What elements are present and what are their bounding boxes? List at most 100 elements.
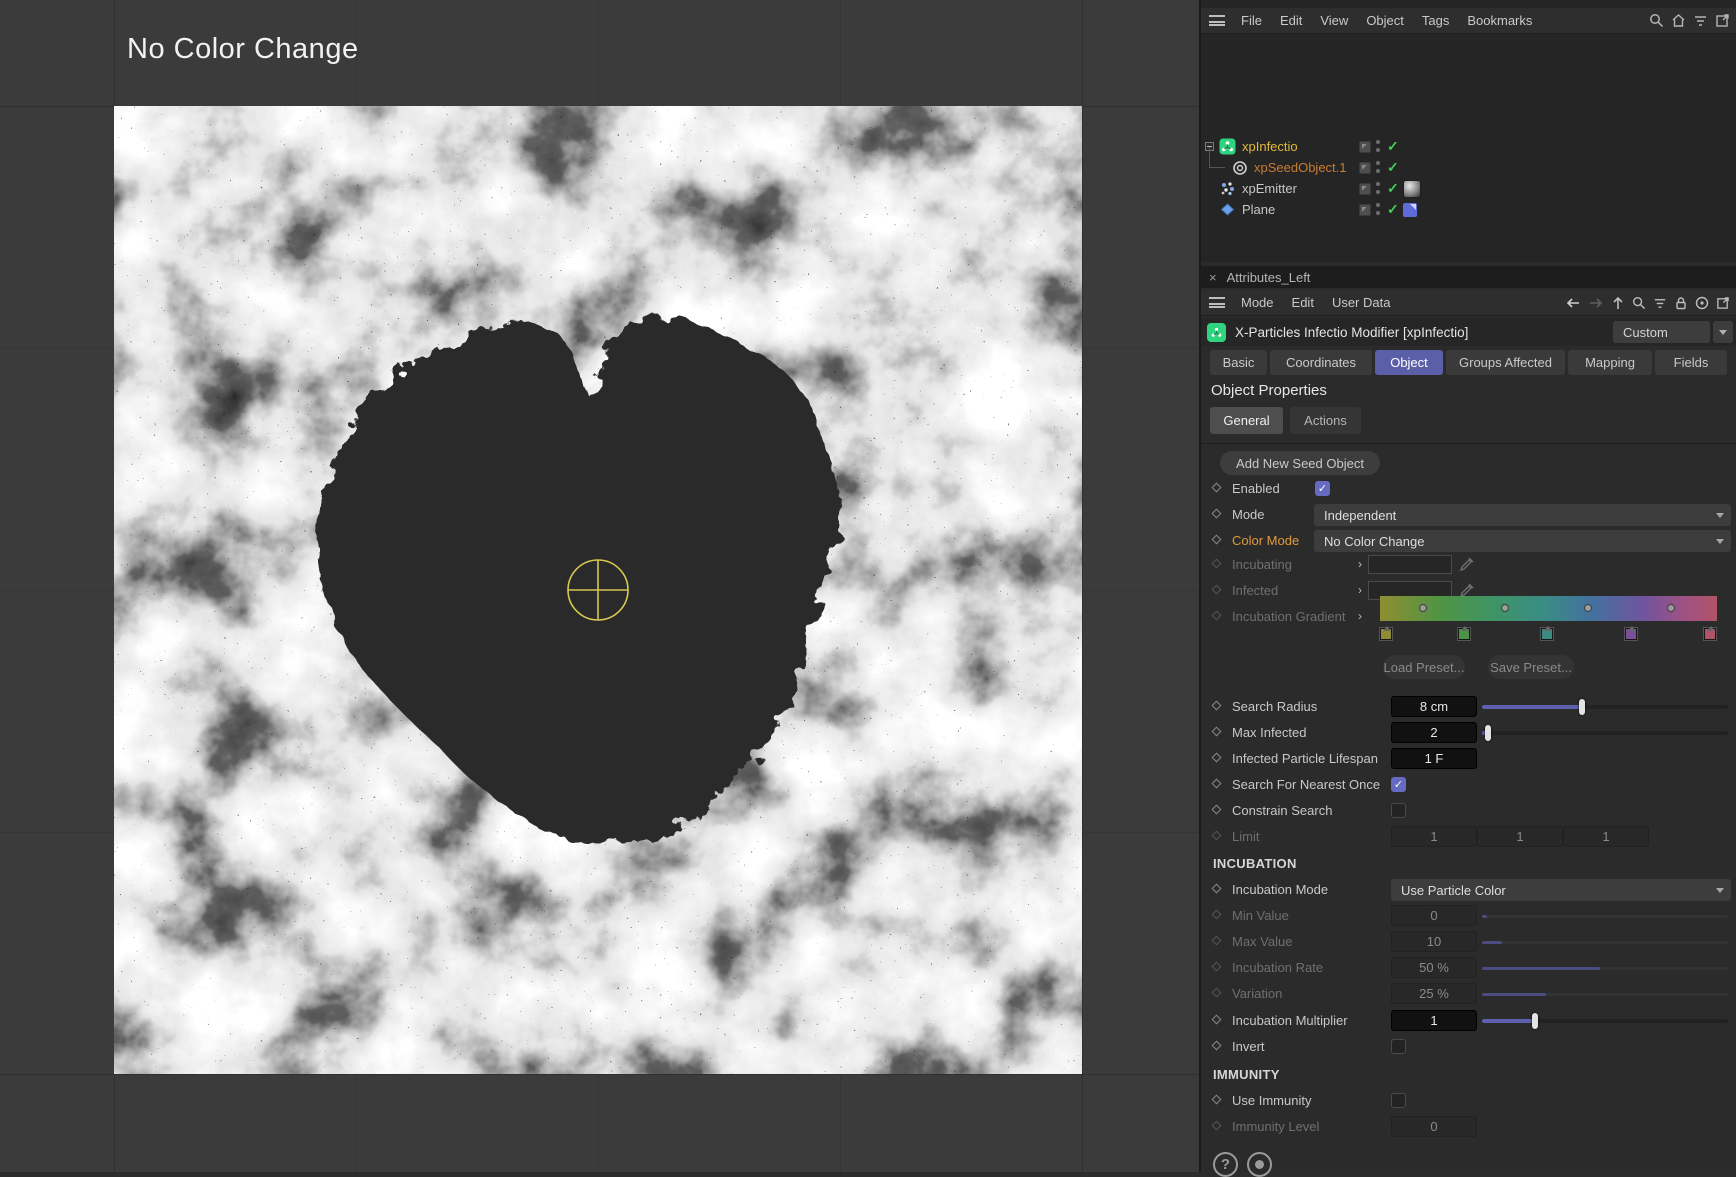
material-thumbnail[interactable]: [1403, 179, 1421, 198]
enable-toggle-icon[interactable]: [1359, 203, 1371, 216]
new-window-icon[interactable]: [1715, 13, 1730, 28]
enable-toggle-icon[interactable]: [1359, 161, 1371, 174]
checkmark-icon[interactable]: ✓: [1387, 138, 1399, 155]
checkmark-icon[interactable]: ✓: [1387, 180, 1399, 197]
gradient-bias-handle[interactable]: [1584, 604, 1592, 612]
gradient-bias-handle[interactable]: [1501, 604, 1509, 612]
variation-value[interactable]: 25 %: [1391, 983, 1477, 1004]
attr-menu-mode[interactable]: Mode: [1232, 295, 1283, 310]
close-icon[interactable]: ×: [1209, 270, 1217, 285]
limit-z-value[interactable]: 1: [1563, 826, 1649, 847]
enable-toggle-icon[interactable]: [1359, 182, 1371, 195]
checkmark-icon[interactable]: ✓: [1387, 201, 1399, 218]
tree-row-plane[interactable]: Plane ✓: [1201, 199, 1736, 220]
keyframe-diamond-icon[interactable]: [1211, 909, 1222, 920]
gradient-knot[interactable]: [1379, 626, 1393, 641]
attr-menu-userdata[interactable]: User Data: [1323, 295, 1400, 310]
gradient-bias-handle[interactable]: [1419, 604, 1427, 612]
keyframe-diamond-icon[interactable]: [1211, 1120, 1222, 1131]
om-menu-file[interactable]: File: [1232, 13, 1271, 28]
om-menu-edit[interactable]: Edit: [1271, 13, 1311, 28]
checkmark-icon[interactable]: ✓: [1387, 159, 1399, 176]
filter-icon[interactable]: [1653, 296, 1667, 310]
panel-menu-icon[interactable]: [1209, 15, 1225, 26]
visibility-dots-icon[interactable]: [1376, 182, 1380, 198]
visibility-dots-icon[interactable]: [1376, 203, 1380, 219]
invert-checkbox[interactable]: [1391, 1039, 1406, 1054]
visibility-dots-icon[interactable]: [1376, 161, 1380, 177]
keyframe-diamond-icon[interactable]: [1211, 1014, 1222, 1025]
tab-fields[interactable]: Fields: [1655, 350, 1727, 375]
keyframe-diamond-icon[interactable]: [1211, 610, 1222, 621]
help-icon[interactable]: ?: [1213, 1152, 1238, 1177]
enabled-checkbox[interactable]: ✓: [1315, 481, 1330, 496]
preset-dropdown[interactable]: Custom: [1613, 321, 1710, 343]
tab-groups-affected[interactable]: Groups Affected: [1446, 350, 1565, 375]
gradient-knot[interactable]: [1624, 626, 1638, 641]
incubating-color-swatch[interactable]: [1368, 555, 1452, 574]
limit-y-value[interactable]: 1: [1477, 826, 1563, 847]
record-icon[interactable]: [1247, 1152, 1272, 1177]
panel-menu-icon[interactable]: [1209, 297, 1225, 308]
incubation-gradient-bar[interactable]: [1380, 596, 1717, 621]
incubation-rate-value[interactable]: 50 %: [1391, 957, 1477, 978]
new-window-icon[interactable]: [1716, 296, 1730, 310]
keyframe-diamond-icon[interactable]: [1211, 1040, 1222, 1051]
incubation-multiplier-value[interactable]: 1: [1391, 1010, 1477, 1031]
search-nearest-checkbox[interactable]: ✓: [1391, 777, 1406, 792]
keyframe-diamond-icon[interactable]: [1211, 778, 1222, 789]
keyframe-diamond-icon[interactable]: [1211, 883, 1222, 894]
object-label[interactable]: xpInfectio: [1242, 139, 1298, 154]
expand-arrow-icon[interactable]: ›: [1358, 557, 1362, 571]
max-value-slider[interactable]: [1482, 941, 1728, 944]
load-preset-button[interactable]: Load Preset...: [1383, 655, 1465, 679]
constrain-search-checkbox[interactable]: [1391, 803, 1406, 818]
expand-arrow-icon[interactable]: ›: [1358, 609, 1362, 623]
keyframe-diamond-icon[interactable]: [1211, 1094, 1222, 1105]
gradient-bias-handle[interactable]: [1667, 604, 1675, 612]
keyframe-diamond-icon[interactable]: [1211, 935, 1222, 946]
attr-menu-edit[interactable]: Edit: [1283, 295, 1323, 310]
gradient-knot[interactable]: [1457, 626, 1471, 641]
min-value[interactable]: 0: [1391, 905, 1477, 926]
up-arrow-icon[interactable]: [1611, 296, 1625, 310]
slider-handle[interactable]: [1532, 1013, 1538, 1029]
mode-dropdown[interactable]: Independent: [1314, 504, 1731, 526]
max-infected-slider[interactable]: [1482, 725, 1728, 741]
preset-dropdown-arrow[interactable]: [1713, 321, 1733, 343]
keyframe-diamond-icon[interactable]: [1211, 700, 1222, 711]
immunity-level-value[interactable]: 0: [1391, 1116, 1477, 1137]
enable-toggle-icon[interactable]: [1359, 140, 1371, 153]
keyframe-diamond-icon[interactable]: [1211, 482, 1222, 493]
max-infected-value[interactable]: 2: [1391, 722, 1477, 743]
keyframe-diamond-icon[interactable]: [1211, 987, 1222, 998]
object-label[interactable]: xpSeedObject.1: [1254, 160, 1347, 175]
subtab-actions[interactable]: Actions: [1290, 407, 1361, 434]
lock-icon[interactable]: [1674, 296, 1688, 310]
incubation-rate-slider[interactable]: [1482, 967, 1728, 970]
search-radius-slider[interactable]: [1482, 699, 1728, 715]
expand-arrow-icon[interactable]: ›: [1358, 583, 1362, 597]
keyframe-diamond-icon[interactable]: [1211, 508, 1222, 519]
variation-slider[interactable]: [1482, 993, 1728, 996]
tree-row-xpemitter[interactable]: xpEmitter ✓: [1201, 178, 1736, 199]
color-mode-dropdown[interactable]: No Color Change: [1314, 530, 1731, 552]
home-icon[interactable]: [1671, 13, 1686, 28]
subtab-general[interactable]: General: [1210, 407, 1283, 434]
gradient-knot[interactable]: [1703, 626, 1717, 641]
incubation-mode-dropdown[interactable]: Use Particle Color: [1391, 879, 1731, 901]
keyframe-diamond-icon[interactable]: [1211, 534, 1222, 545]
om-menu-view[interactable]: View: [1311, 13, 1357, 28]
attributes-titlebar[interactable]: × Attributes_Left: [1201, 266, 1736, 288]
keyframe-diamond-icon[interactable]: [1211, 726, 1222, 737]
tree-row-xpseedobject[interactable]: xpSeedObject.1 ✓: [1201, 147, 1736, 178]
search-icon[interactable]: [1632, 296, 1646, 310]
save-preset-button[interactable]: Save Preset...: [1488, 655, 1574, 679]
slider-handle[interactable]: [1579, 699, 1585, 715]
forward-arrow-icon[interactable]: [1588, 296, 1604, 310]
tab-basic[interactable]: Basic: [1210, 350, 1267, 375]
filter-icon[interactable]: [1693, 13, 1708, 28]
om-menu-tags[interactable]: Tags: [1413, 13, 1458, 28]
visibility-dots-icon[interactable]: [1376, 140, 1380, 156]
add-new-seed-object-button[interactable]: Add New Seed Object: [1220, 451, 1380, 475]
